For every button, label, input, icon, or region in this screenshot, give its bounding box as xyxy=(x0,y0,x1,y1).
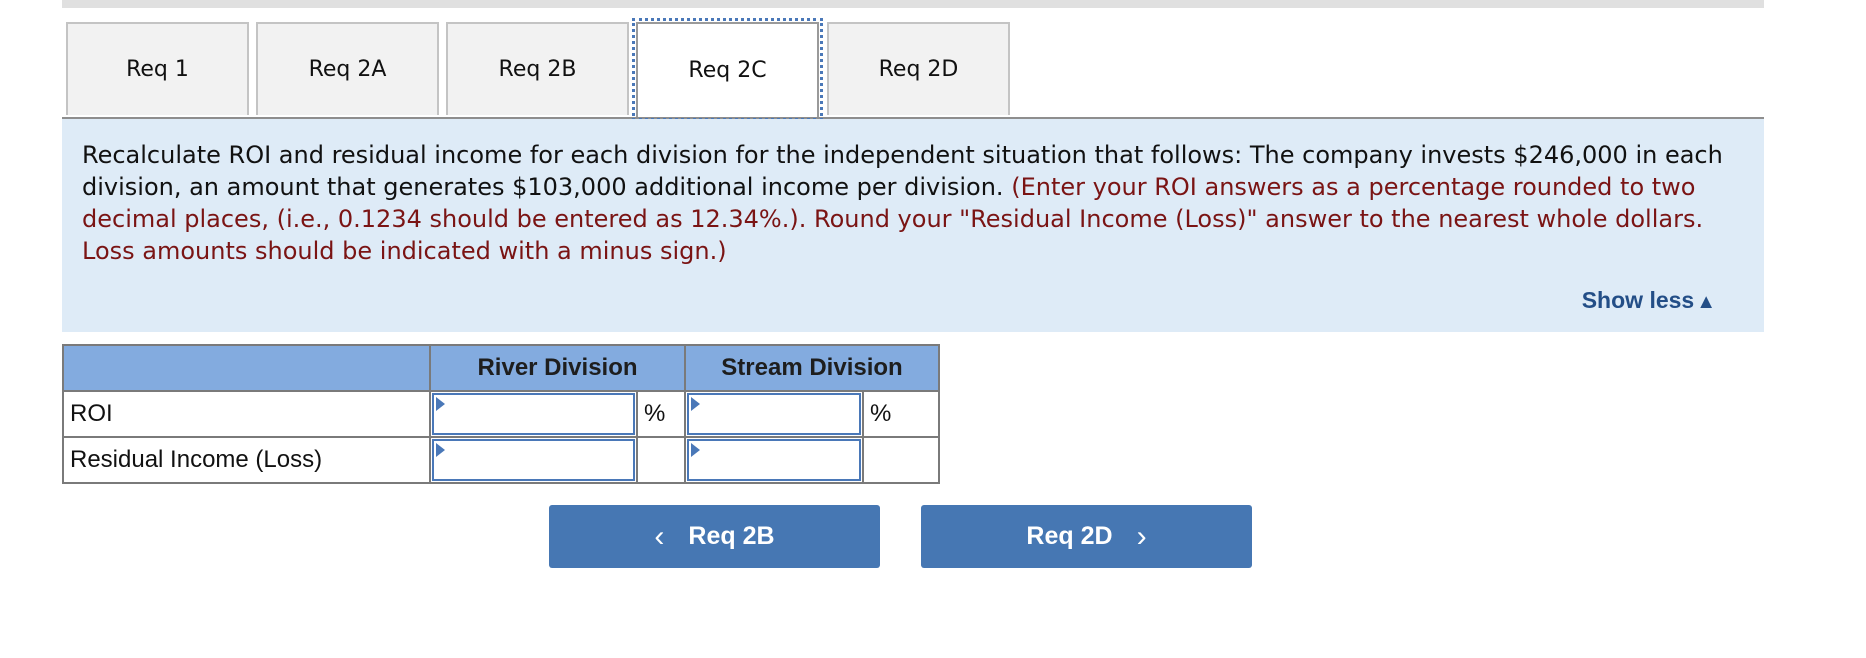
row-label: ROI xyxy=(62,390,431,438)
input-flag-icon xyxy=(436,397,445,411)
show-less-link[interactable]: Show less ▲ xyxy=(1582,287,1716,314)
river-roi-input[interactable] xyxy=(434,395,633,433)
tab-req-2b[interactable]: Req 2B xyxy=(446,22,629,115)
percent-unit: % xyxy=(636,390,686,438)
next-req-label: Req 2D xyxy=(1026,522,1113,550)
input-flag-icon xyxy=(691,443,700,457)
tab-req-2a[interactable]: Req 2A xyxy=(256,22,439,115)
triangle-up-icon: ▲ xyxy=(1696,291,1716,313)
prev-req-label: Req 2B xyxy=(688,522,775,550)
tab-bar: Req 1 Req 2A Req 2B Req 2C Req 2D xyxy=(62,18,1764,121)
tab-req-2d[interactable]: Req 2D xyxy=(827,22,1010,115)
tab-req-2c[interactable]: Req 2C xyxy=(632,18,823,121)
tab-req-1[interactable]: Req 1 xyxy=(66,22,249,115)
row-label: Residual Income (Loss) xyxy=(62,436,431,484)
header-blank xyxy=(62,344,431,392)
prev-req-button[interactable]: ‹ Req 2B xyxy=(549,505,880,568)
unit-cell xyxy=(636,436,686,484)
river-residual-income-input[interactable] xyxy=(434,441,633,479)
input-flag-icon xyxy=(691,397,700,411)
input-flag-icon xyxy=(436,443,445,457)
table-header-row: River Division Stream Division xyxy=(62,344,940,392)
stream-residual-income-input[interactable] xyxy=(689,441,859,479)
show-less-label: Show less xyxy=(1581,287,1695,313)
top-bar xyxy=(62,0,1764,8)
table-row-roi: ROI % % xyxy=(62,390,940,438)
chevron-right-icon: › xyxy=(1136,519,1147,553)
table-row-residual-income: Residual Income (Loss) xyxy=(62,436,940,484)
answer-table: River Division Stream Division ROI % % R… xyxy=(62,344,940,484)
header-river-division: River Division xyxy=(429,344,686,392)
chevron-left-icon: ‹ xyxy=(654,519,665,553)
next-req-button[interactable]: Req 2D › xyxy=(921,505,1252,568)
instructions-text: Recalculate ROI and residual income for … xyxy=(82,139,1752,267)
unit-cell xyxy=(862,436,940,484)
stream-roi-input[interactable] xyxy=(689,395,859,433)
instructions-panel: Recalculate ROI and residual income for … xyxy=(62,119,1764,332)
header-stream-division: Stream Division xyxy=(684,344,940,392)
percent-unit: % xyxy=(862,390,940,438)
